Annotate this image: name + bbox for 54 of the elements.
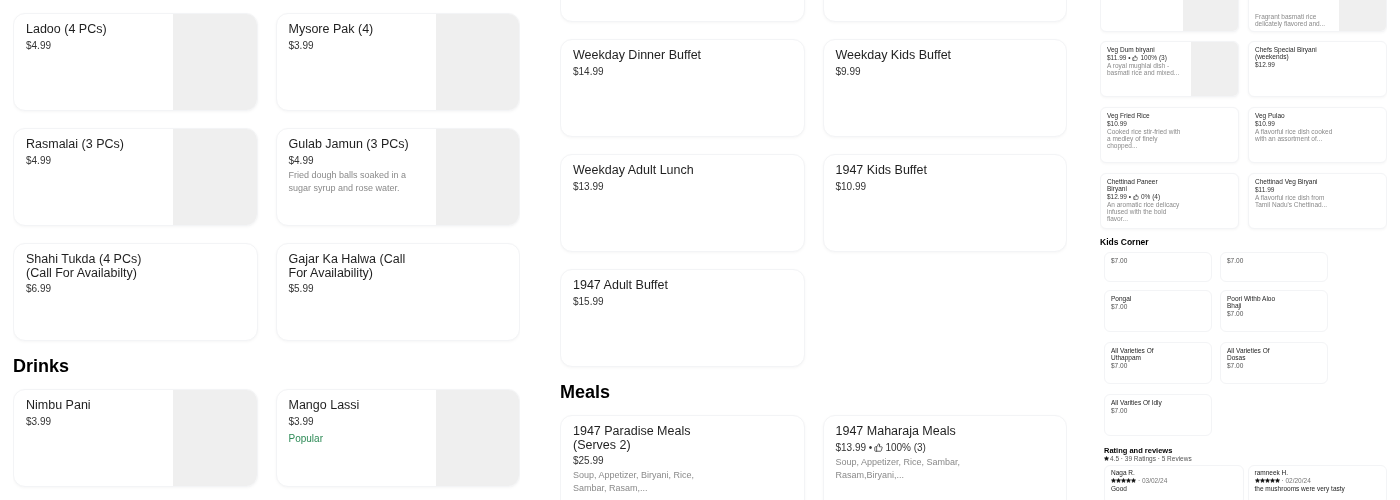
item-price: $3.99 bbox=[26, 415, 52, 428]
menu-card[interactable]: 1947 Paradise Meals (Serves 2) $25.99 Soup, Appetizer, Biryani, Rice, Sambar, Rasam,... bbox=[560, 415, 805, 500]
menu-card[interactable]: 1947 Adult Buffet $15.99 bbox=[560, 269, 805, 367]
item-name: 1947 Kids Buffet bbox=[835, 164, 928, 178]
item-price: $4.99 bbox=[26, 39, 52, 52]
menu-card[interactable]: Rasmalai (3 PCs) $4.99 bbox=[13, 128, 258, 226]
item-name: Weekday Adult Lunch bbox=[573, 164, 695, 178]
item-name: Shahi Tukda (4 PCs) (Call For Availabilty) bbox=[26, 253, 143, 280]
item-rating: 100% (3) bbox=[885, 441, 926, 454]
star-icon bbox=[1104, 455, 1109, 461]
item-name: Rasmalai (3 PCs) bbox=[26, 138, 125, 152]
item-price: $3.99 bbox=[288, 39, 314, 52]
item-description: Soup, Appetizer, Rice, Sambar, Rasam,Biryani,... bbox=[835, 455, 962, 482]
menu-card[interactable]: Ladoo (4 PCs) $4.99 bbox=[13, 13, 258, 111]
menu-card[interactable]: Gulab Jamun (3 PCs) $4.99 Fried dough balls soaked in a sugar syrup and rose water. bbox=[275, 128, 520, 226]
item-name: Gulab Jamun (3 PCs) bbox=[288, 138, 410, 152]
item-name: Weekday Kids Buffet bbox=[835, 49, 953, 63]
item-name: 1947 Maharaja Meals bbox=[835, 425, 957, 439]
menu-card[interactable]: Gajar Ka Halwa (Call For Availability) $5.99 bbox=[275, 243, 520, 341]
item-price: $6.99 bbox=[26, 283, 52, 295]
item-price: $13.99 • bbox=[835, 441, 873, 454]
item-price: $15.99 bbox=[573, 295, 604, 308]
menu-card[interactable]: Mysore Pak (4) $3.99 bbox=[275, 13, 520, 111]
menu-card[interactable]: Mango Lassi $3.99 Popular bbox=[275, 389, 520, 487]
menu-card[interactable]: Weekday Dinner Buffet $14.99 bbox=[560, 39, 805, 137]
item-name: 1947 Paradise Meals (Serves 2) bbox=[573, 425, 692, 452]
menu-card[interactable]: Shahi Tukda (4 PCs) (Call For Availabilty) $6.99 bbox=[13, 243, 258, 341]
menu-card[interactable]: Weekday Adult Lunch $13.99 bbox=[560, 154, 805, 252]
item-price: $14.99 bbox=[573, 65, 604, 78]
item-name: Gajar Ka Halwa (Call For Availability) bbox=[288, 253, 407, 280]
item-price: $4.99 bbox=[288, 154, 314, 167]
item-name: Weekday Dinner Buffet bbox=[573, 49, 703, 63]
item-name: Ladoo (4 PCs) bbox=[26, 23, 108, 37]
item-price: $13.99 bbox=[573, 180, 604, 193]
item-price: $9.99 bbox=[835, 65, 861, 78]
popular-label: Popular bbox=[288, 431, 324, 446]
menu-card[interactable]: Nimbu Pani $3.99 bbox=[13, 389, 258, 487]
menu-card[interactable]: 1947 Kids Buffet $10.99 bbox=[822, 154, 1067, 252]
item-description: Fried dough balls soaked in a sugar syrup and rose water. bbox=[288, 168, 408, 195]
item-name: Nimbu Pani bbox=[26, 399, 92, 413]
section-heading: Meals bbox=[560, 381, 612, 404]
item-description: Soup, Appetizer, Biryani, Rice, Sambar, Rasam,... bbox=[573, 469, 696, 495]
menu-card[interactable]: Weekday Kids Buffet $9.99 bbox=[822, 39, 1067, 137]
menu-card[interactable]: 1947 Maharaja Meals $13.99 • 100% (3) Soup, Appetizer, Rice, Sambar, Rasam,Biryani,... bbox=[822, 415, 1067, 500]
item-price: $25.99 bbox=[573, 455, 604, 467]
section-heading: Drinks bbox=[13, 355, 71, 378]
section-heading: Kids Corner bbox=[1100, 236, 1150, 249]
item-price: $10.99 bbox=[835, 180, 867, 193]
item-name: 1947 Adult Buffet bbox=[573, 279, 669, 293]
item-name: Mango Lassi bbox=[288, 399, 361, 413]
item-price: $4.99 bbox=[26, 154, 52, 167]
item-name: Mysore Pak (4) bbox=[288, 23, 375, 37]
item-price: $5.99 bbox=[288, 283, 314, 295]
item-price: $3.99 bbox=[288, 415, 314, 428]
